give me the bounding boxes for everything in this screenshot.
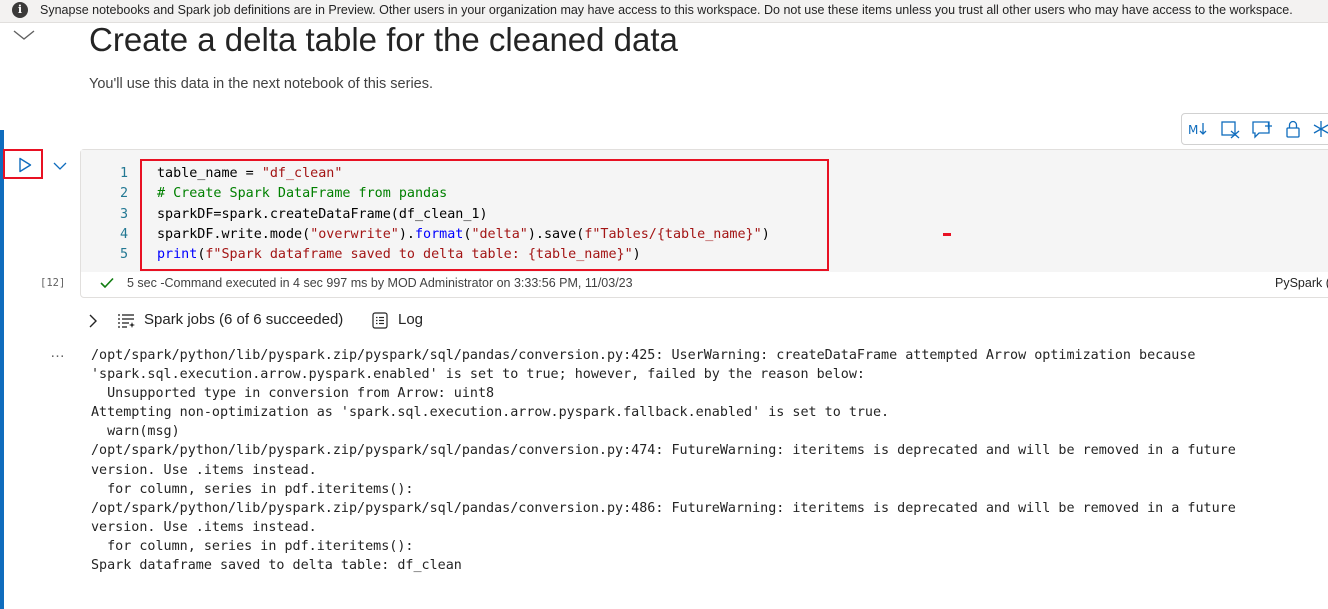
clear-output-icon[interactable] <box>1219 119 1241 139</box>
line-number: 1 <box>119 166 128 181</box>
banner-text: Synapse notebooks and Spark job definiti… <box>40 3 1293 17</box>
line-number: 5 <box>119 247 128 263</box>
cell-collapse-chevron-icon[interactable] <box>52 159 68 173</box>
code-highlight-box <box>140 159 829 271</box>
markdown-toggle-icon[interactable]: M <box>1187 119 1209 139</box>
log-icon[interactable] <box>372 312 388 329</box>
run-cell-highlight <box>3 149 43 179</box>
line-number: 3 <box>119 206 128 222</box>
checkmark-icon <box>100 277 114 289</box>
lock-icon[interactable] <box>1282 119 1304 139</box>
freeze-icon[interactable] <box>1310 119 1328 139</box>
error-marker <box>943 233 951 236</box>
execution-count: [12] <box>40 277 66 289</box>
output-more-button[interactable]: … <box>50 344 66 361</box>
spark-jobs-label[interactable]: Spark jobs (6 of 6 succeeded) <box>144 311 343 328</box>
language-label[interactable]: PySpark (Python) <box>1275 276 1328 290</box>
line-number: 4 <box>119 226 128 242</box>
cell-output-text: /opt/spark/python/lib/pyspark.zip/pyspar… <box>91 348 1236 574</box>
collapse-chevron-icon[interactable] <box>12 26 36 44</box>
markdown-heading: Create a delta table for the cleaned dat… <box>89 21 678 58</box>
svg-text:M: M <box>1188 123 1198 137</box>
markdown-paragraph: You'll use this data in the next noteboo… <box>89 76 434 92</box>
run-cell-icon[interactable] <box>17 157 33 173</box>
spark-jobs-icon <box>118 314 135 328</box>
status-text: 5 sec -Command executed in 4 sec 997 ms … <box>127 276 633 290</box>
active-cell-indicator <box>0 130 4 609</box>
line-number: 2 <box>119 186 128 202</box>
log-label[interactable]: Log <box>398 311 423 328</box>
comment-icon[interactable] <box>1251 119 1273 139</box>
info-icon: i <box>12 2 28 18</box>
cell-toolbar: M <box>1181 113 1328 145</box>
expand-chevron-icon[interactable] <box>86 313 100 329</box>
